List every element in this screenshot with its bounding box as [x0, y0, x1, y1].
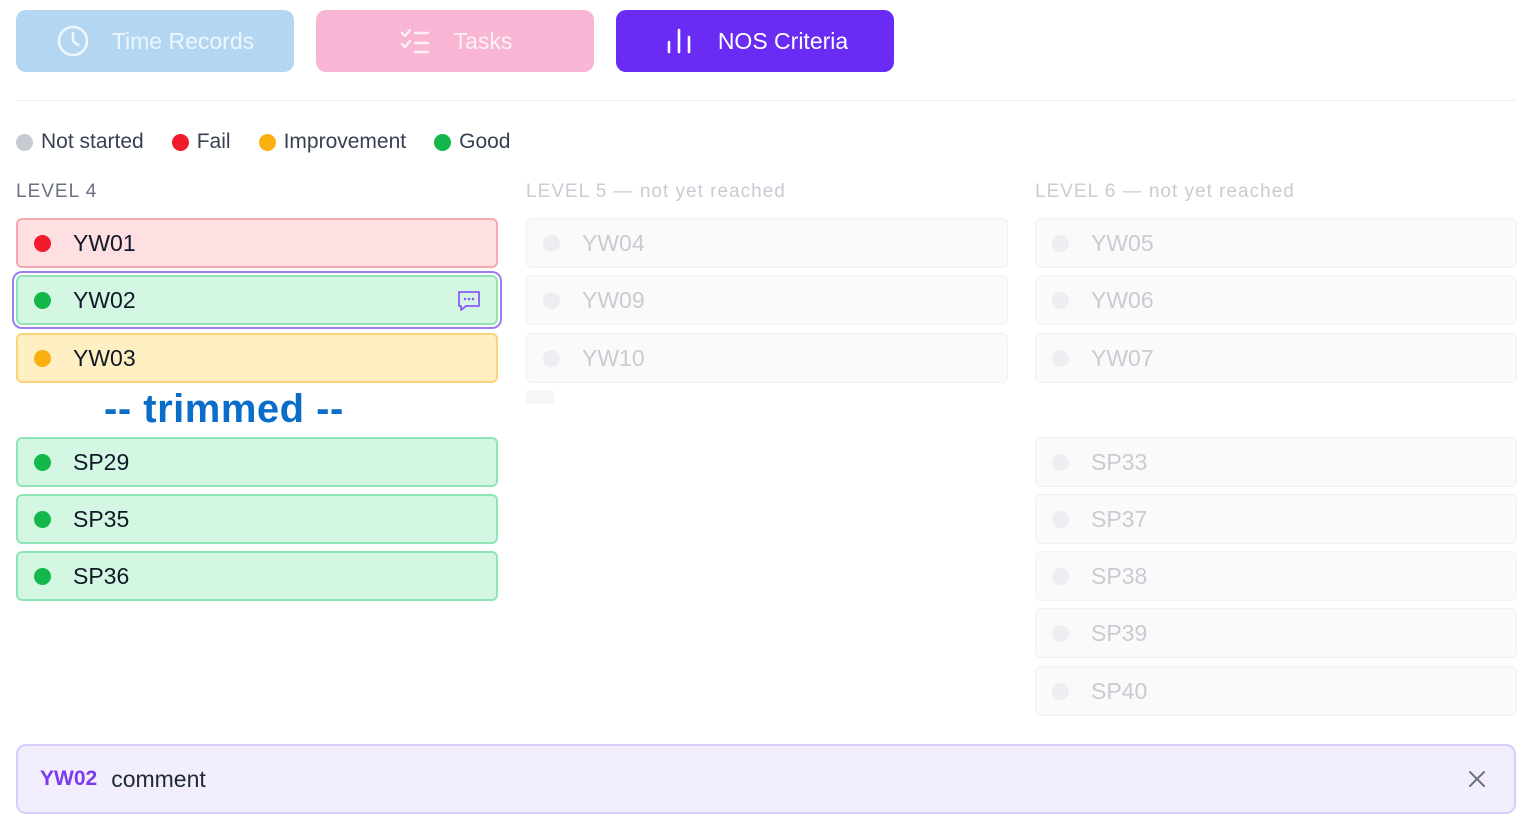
clock-icon — [56, 24, 90, 58]
status-dot — [434, 133, 452, 151]
criterion-yw03[interactable]: YW03 — [16, 333, 498, 383]
status-dot — [34, 349, 51, 367]
criterion-yw07: YW07 — [1035, 333, 1517, 383]
status-legend: Not started Fail Improvement Good — [16, 130, 538, 154]
criterion-sp35[interactable]: SP35 — [16, 494, 498, 544]
level-6-title: LEVEL 6 — not yet reached — [1035, 181, 1295, 202]
status-dot — [1052, 234, 1069, 252]
comment-panel: YW02 comment — [16, 744, 1516, 814]
status-dot — [34, 453, 51, 471]
legend-improvement: Improvement — [258, 130, 407, 154]
checklist-icon — [398, 24, 432, 58]
criterion-code: SP35 — [73, 505, 130, 532]
level-4-title: LEVEL 4 — [16, 181, 98, 202]
legend-fail: Fail — [171, 130, 231, 154]
legend-label: Good — [459, 130, 511, 153]
legend-label: Not started — [41, 130, 144, 153]
criterion-sp37: SP37 — [1035, 494, 1517, 544]
status-dot — [34, 291, 51, 309]
criterion-sp29[interactable]: SP29 — [16, 437, 498, 487]
trimmed-item-stub — [526, 390, 554, 404]
level-4-column: LEVEL 4 YW01 YW02 YW03 SP29 SP35 SP36 — [16, 178, 498, 601]
criterion-yw10: YW10 — [526, 333, 1008, 383]
criterion-sp40: SP40 — [1035, 666, 1517, 716]
criterion-sp38: SP38 — [1035, 551, 1517, 601]
status-dot — [1052, 682, 1069, 700]
criterion-yw06: YW06 — [1035, 275, 1517, 325]
criterion-code: YW09 — [582, 286, 645, 313]
divider — [16, 100, 1516, 101]
criterion-code: YW06 — [1091, 286, 1154, 313]
status-dot — [543, 234, 560, 252]
criterion-code: SP39 — [1091, 619, 1148, 646]
status-dot — [1052, 624, 1069, 642]
status-dot — [1052, 453, 1069, 471]
criterion-code: SP38 — [1091, 562, 1148, 589]
status-dot — [34, 567, 51, 585]
criterion-sp33: SP33 — [1035, 437, 1517, 487]
criterion-code: SP37 — [1091, 505, 1148, 532]
criterion-sp39: SP39 — [1035, 608, 1517, 658]
criterion-code: YW01 — [73, 229, 136, 256]
status-dot — [16, 133, 33, 151]
legend-not-started: Not started — [16, 130, 144, 154]
criterion-code: YW05 — [1091, 229, 1154, 256]
criterion-code: YW04 — [582, 229, 645, 256]
tab-label: NOS Criteria — [717, 27, 849, 54]
criterion-code: SP29 — [73, 448, 130, 475]
tab-bar: Time Records Tasks NOS Criteria — [16, 10, 894, 72]
criterion-code: YW07 — [1091, 344, 1154, 371]
bar-chart-icon — [662, 24, 696, 58]
status-dot — [1052, 349, 1069, 367]
tab-label: Tasks — [453, 27, 513, 54]
status-dot — [34, 510, 51, 528]
legend-label: Improvement — [283, 130, 407, 153]
criterion-code: YW03 — [73, 344, 136, 371]
level-5-title: LEVEL 5 — not yet reached — [526, 181, 786, 202]
tab-nos-criteria[interactable]: NOS Criteria — [616, 10, 894, 72]
criterion-yw01[interactable]: YW01 — [16, 218, 498, 268]
level-5-column: LEVEL 5 — not yet reached YW04 YW09 YW10 — [526, 178, 1008, 404]
status-dot — [171, 133, 189, 151]
status-dot — [543, 291, 560, 309]
legend-good: Good — [434, 130, 510, 154]
criterion-yw04: YW04 — [526, 218, 1008, 268]
status-dot — [1052, 510, 1069, 528]
status-dot — [1052, 291, 1069, 309]
status-dot — [1052, 567, 1069, 585]
trimmed-marker: -- trimmed -- — [104, 387, 344, 431]
criterion-yw09: YW09 — [526, 275, 1008, 325]
criterion-code: SP33 — [1091, 448, 1148, 475]
criterion-sp36[interactable]: SP36 — [16, 551, 498, 601]
comment-criterion-code: YW02 — [40, 767, 98, 790]
criterion-code: SP40 — [1091, 677, 1148, 704]
criterion-code: YW02 — [73, 286, 136, 313]
level-6-column: LEVEL 6 — not yet reached YW05 YW06 YW07… — [1035, 178, 1517, 716]
comment-icon[interactable] — [456, 289, 482, 313]
status-dot — [258, 133, 276, 151]
criterion-code: YW10 — [582, 344, 645, 371]
criterion-yw05: YW05 — [1035, 218, 1517, 268]
tab-label: Time Records — [111, 27, 255, 54]
criterion-yw02[interactable]: YW02 — [16, 275, 498, 325]
criterion-code: SP36 — [73, 562, 130, 589]
close-icon[interactable] — [1466, 768, 1488, 790]
tab-time-records[interactable]: Time Records — [16, 10, 294, 72]
legend-label: Fail — [196, 130, 231, 153]
comment-label: comment — [111, 765, 206, 792]
status-dot — [543, 349, 560, 367]
tab-tasks[interactable]: Tasks — [316, 10, 594, 72]
status-dot — [34, 234, 51, 252]
